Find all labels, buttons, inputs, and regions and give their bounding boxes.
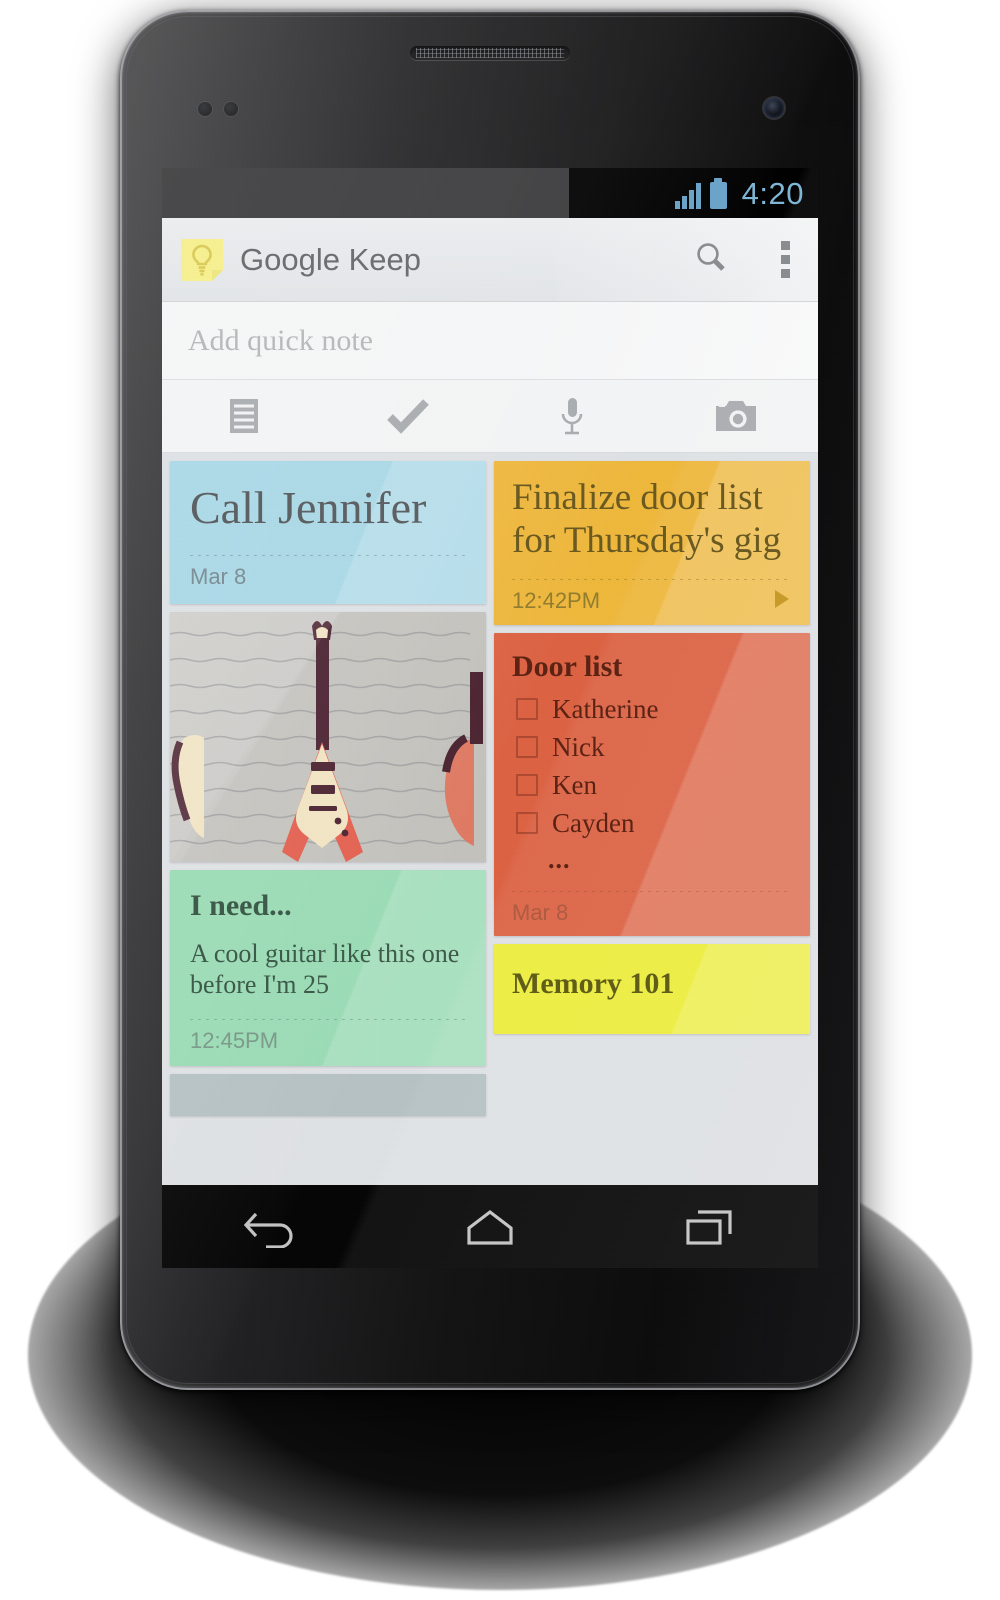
photo-note-icon[interactable] xyxy=(654,398,818,434)
back-arrow-icon xyxy=(244,1212,293,1248)
app-bar: Google Keep xyxy=(162,218,818,302)
notes-column-left: Call Jennifer Mar 8 I need... A cool gui… xyxy=(170,461,486,1117)
note-door-list[interactable]: Door list Katherine Nick Ken Cayden ... … xyxy=(494,632,810,936)
checklist-item-label: Katherine xyxy=(552,693,659,724)
note-call-jennifer[interactable]: Call Jennifer Mar 8 xyxy=(170,461,486,604)
add-quick-note-field[interactable]: Add quick note xyxy=(162,302,818,380)
proximity-sensor-icon xyxy=(198,102,212,116)
checklist-overflow-indicator: ... xyxy=(548,844,571,874)
note-finalize-door-list[interactable]: Finalize door list for Thursday's gig 12… xyxy=(494,461,810,625)
app-title: Google Keep xyxy=(240,241,421,277)
checklist-item-label: Ken xyxy=(552,769,597,800)
note-timestamp: 12:45PM xyxy=(190,1028,279,1054)
voice-note-icon[interactable] xyxy=(490,396,654,436)
home-icon xyxy=(467,1209,513,1245)
note-title: Finalize door list for Thursday's gig xyxy=(512,477,782,561)
search-icon[interactable] xyxy=(694,240,728,279)
new-list-icon[interactable] xyxy=(326,397,490,435)
note-divider xyxy=(512,890,792,892)
note-timestamp: Mar 8 xyxy=(190,563,247,589)
phone-screen: 4:20 Google Keep Add quick note Call Jen… xyxy=(162,168,818,1268)
note-guitar-photo[interactable] xyxy=(170,611,486,862)
recent-apps-icon xyxy=(686,1210,732,1245)
recents-button[interactable] xyxy=(599,1206,818,1248)
new-note-icon[interactable] xyxy=(162,397,326,435)
note-title: I need... xyxy=(190,888,292,922)
checklist-item-label: Cayden xyxy=(552,807,635,838)
android-navigation-bar xyxy=(162,1185,818,1268)
checklist-item[interactable]: Ken xyxy=(516,769,792,800)
checklist-item[interactable]: Nick xyxy=(516,731,792,762)
notes-column-right: Finalize door list for Thursday's gig 12… xyxy=(494,461,810,1034)
checklist-item[interactable]: Katherine xyxy=(516,693,792,724)
checklist-item-label: Nick xyxy=(552,731,605,762)
signal-bars-icon xyxy=(674,182,701,209)
note-divider xyxy=(190,1019,466,1021)
quick-note-action-bar xyxy=(162,380,818,453)
guitars-on-wall-illustration xyxy=(170,611,486,862)
note-timestamp: Mar 8 xyxy=(512,899,569,925)
notes-grid: Call Jennifer Mar 8 I need... A cool gui… xyxy=(162,453,818,1185)
back-button[interactable] xyxy=(162,1206,381,1248)
status-bar-clock: 4:20 xyxy=(741,175,804,211)
note-title: Call Jennifer xyxy=(190,482,427,533)
earpiece-speaker-icon xyxy=(410,46,570,60)
status-bar-left-fill xyxy=(162,168,569,218)
note-partial-bottom[interactable] xyxy=(170,1074,486,1117)
note-divider xyxy=(190,554,466,556)
android-phone-device: 4:20 Google Keep Add quick note Call Jen… xyxy=(120,10,860,1390)
note-body: A cool guitar like this one before I'm 2… xyxy=(190,938,460,1000)
checklist-item[interactable]: Cayden xyxy=(516,807,792,838)
note-divider xyxy=(512,578,792,580)
play-triangle-icon[interactable] xyxy=(772,588,792,615)
note-timestamp: 12:42PM xyxy=(512,588,601,614)
checkbox-icon[interactable] xyxy=(516,736,538,759)
note-title: Memory 101 xyxy=(512,966,675,1000)
quick-note-placeholder: Add quick note xyxy=(188,323,373,357)
light-sensor-icon xyxy=(224,102,238,116)
quick-note-glass-sheen xyxy=(522,302,818,379)
overflow-menu-icon[interactable] xyxy=(774,241,796,278)
android-status-bar: 4:20 xyxy=(162,168,818,218)
note-memory-101[interactable]: Memory 101 xyxy=(494,943,810,1034)
note-title: Door list xyxy=(512,649,623,683)
checkbox-icon[interactable] xyxy=(516,812,538,835)
checkbox-icon[interactable] xyxy=(516,698,538,721)
checkbox-icon[interactable] xyxy=(516,774,538,797)
screenshot-stage: 4:20 Google Keep Add quick note Call Jen… xyxy=(0,0,1000,1600)
note-i-need[interactable]: I need... A cool guitar like this one be… xyxy=(170,869,486,1067)
home-button[interactable] xyxy=(381,1206,600,1248)
front-camera-icon xyxy=(764,98,784,118)
keep-lightbulb-icon xyxy=(178,236,226,284)
battery-full-icon xyxy=(709,181,727,209)
